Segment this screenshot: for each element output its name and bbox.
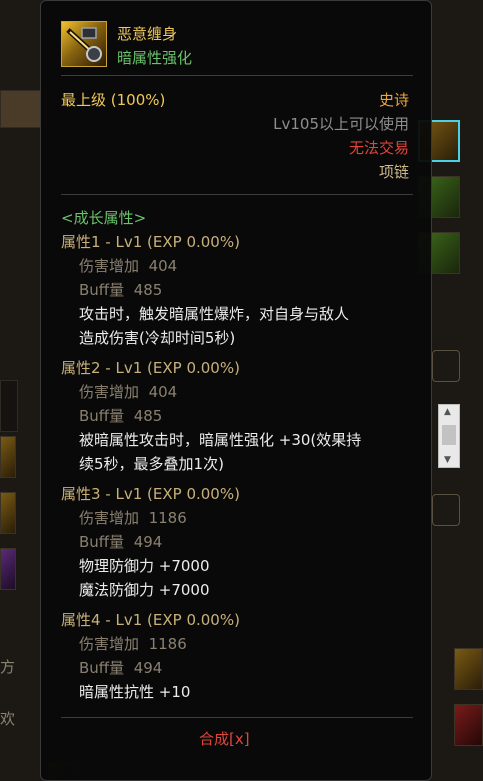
item-level: 最上级 (100%) — [61, 89, 165, 110]
item-tooltip: 恶意缠身 暗属性强化 最上级 (100%) 史诗 Lv105以上可以使用 无法交… — [40, 0, 432, 781]
equip-slot[interactable] — [0, 436, 16, 478]
attribute-buff: Buff量 485 — [79, 279, 162, 300]
attribute-effect: 被暗属性攻击时，暗属性强化 +30(效果持 — [79, 431, 362, 449]
growth-header: <成长属性> — [61, 209, 147, 227]
equip-slot[interactable] — [454, 704, 483, 746]
damage-value: 404 — [148, 257, 178, 275]
item-icon — [61, 21, 107, 67]
item-rarity: 史诗 — [378, 91, 409, 109]
attribute-buff: Buff量 494 — [79, 531, 162, 552]
attribute-title: 属性2 - Lv1 (EXP 0.00%) — [61, 359, 240, 377]
level-label: 最上级 (100%) — [61, 91, 166, 109]
damage-value: 1186 — [148, 635, 187, 653]
attribute-effect: 续5秒，最多叠加1次) — [79, 455, 224, 473]
damage-label: 伤害增加 — [79, 635, 140, 653]
attribute-effect: 魔法防御力 +7000 — [79, 581, 210, 599]
scroll-thumb[interactable] — [442, 425, 456, 445]
side-text: 方 — [0, 658, 16, 676]
divider — [61, 194, 413, 195]
attribute-title: 属性1 - Lv1 (EXP 0.00%) — [61, 233, 240, 251]
buff-value: 494 — [133, 533, 163, 551]
damage-label: 伤害增加 — [79, 383, 140, 401]
damage-label: 伤害增加 — [79, 509, 140, 527]
trade-status: 无法交易 — [348, 139, 409, 157]
item-slot: 项链 — [378, 163, 409, 181]
combine-button[interactable]: 合成[x] — [199, 728, 250, 749]
buff-value: 485 — [133, 281, 163, 299]
buff-label: Buff量 — [79, 659, 125, 677]
background-divider — [0, 380, 18, 432]
item-type: 暗属性强化 — [117, 49, 193, 67]
buff-value: 494 — [133, 659, 163, 677]
background-tab — [0, 90, 42, 128]
damage-value: 1186 — [148, 509, 187, 527]
attribute-damage: 伤害增加 1186 — [79, 507, 187, 528]
equip-slot[interactable] — [0, 492, 16, 534]
attribute-effect: 攻击时，触发暗属性爆炸，对自身与敌人 — [79, 305, 350, 323]
damage-value: 404 — [148, 383, 178, 401]
equip-slot[interactable] — [454, 648, 483, 690]
attribute-effect: 暗属性抗性 +10 — [79, 683, 191, 701]
attribute-effect: 造成伤害(冷却时间5秒) — [79, 329, 236, 347]
buff-label: Buff量 — [79, 407, 125, 425]
scroll-down-icon[interactable]: ▼ — [444, 455, 451, 465]
buff-value: 485 — [133, 407, 163, 425]
attribute-damage: 伤害增加 404 — [79, 381, 177, 402]
scroll-up-icon[interactable]: ▲ — [444, 407, 451, 417]
scrollbar[interactable]: ▲ ▼ — [438, 404, 460, 468]
divider — [61, 75, 413, 76]
item-requirement: Lv105以上可以使用 — [273, 115, 409, 133]
attribute-buff: Buff量 485 — [79, 405, 162, 426]
divider — [61, 717, 413, 718]
attribute-title: 属性4 - Lv1 (EXP 0.00%) — [61, 611, 240, 629]
attribute-title: 属性3 - Lv1 (EXP 0.00%) — [61, 485, 240, 503]
attribute-damage: 伤害增加 404 — [79, 255, 177, 276]
attribute-damage: 伤害增加 1186 — [79, 633, 187, 654]
side-text: 欢 — [0, 710, 16, 728]
buff-label: Buff量 — [79, 533, 125, 551]
item-name: 恶意缠身 — [117, 25, 178, 43]
necklace-icon — [66, 27, 102, 62]
attribute-buff: Buff量 494 — [79, 657, 162, 678]
input-field[interactable] — [432, 350, 460, 382]
attribute-effect: 物理防御力 +7000 — [79, 557, 210, 575]
input-field[interactable] — [432, 494, 460, 526]
damage-label: 伤害增加 — [79, 257, 140, 275]
equip-slot[interactable] — [0, 548, 16, 590]
buff-label: Buff量 — [79, 281, 125, 299]
